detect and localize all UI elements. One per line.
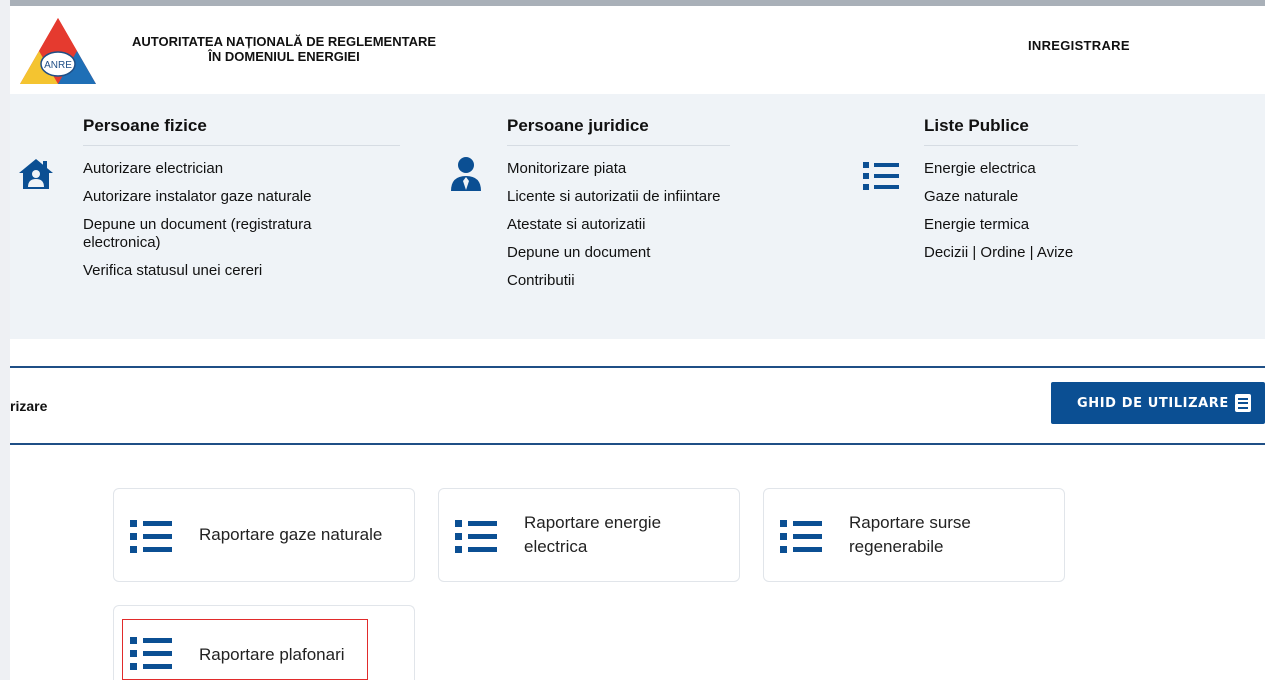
menu-item-verifica-status[interactable]: Verifica statusul unei cereri: [83, 262, 343, 280]
book-icon: [1235, 394, 1251, 412]
menu-divider: [83, 145, 400, 146]
menu-divider: [507, 145, 730, 146]
section-header-bar: rizare GHID DE UTILIZARE: [10, 366, 1265, 445]
house-user-icon: [19, 159, 53, 189]
card-label: Raportare energie electrica: [524, 513, 662, 556]
menu-divider: [924, 145, 1078, 146]
mega-menu: Persoane fizice Autorizare electrician A…: [10, 94, 1265, 339]
menu-item-gaze-naturale[interactable]: Gaze naturale: [924, 188, 1164, 206]
list-icon: [780, 520, 822, 553]
card-label: Raportare gaze naturale: [199, 525, 383, 544]
user-guide-label: GHID DE UTILIZARE: [1077, 395, 1229, 411]
menu-item-autorizare-instalator[interactable]: Autorizare instalator gaze naturale: [83, 188, 343, 206]
anre-logo-icon: ANRE: [20, 18, 96, 84]
menu-title-persoane-fizice: Persoane fizice: [83, 116, 207, 135]
org-name: AUTORITATEA NAȚIONALĂ DE REGLEMENTARE ÎN…: [104, 34, 464, 64]
user-tie-icon: [451, 157, 481, 191]
menu-item-monitorizare-piata[interactable]: Monitorizare piata: [507, 160, 767, 178]
menu-item-energie-electrica[interactable]: Energie electrica: [924, 160, 1164, 178]
card-raportare-energie-electrica[interactable]: Raportare energie electrica: [438, 488, 740, 582]
highlight-box: [122, 619, 368, 680]
menu-item-depune-document-juridic[interactable]: Depune un document: [507, 244, 767, 262]
register-link[interactable]: INREGISTRARE: [1028, 38, 1130, 53]
card-raportare-surse-regenerabile[interactable]: Raportare surse regenerabile: [763, 488, 1065, 582]
card-raportare-gaze-naturale[interactable]: Raportare gaze naturale: [113, 488, 415, 582]
org-name-line1: AUTORITATEA NAȚIONALĂ DE REGLEMENTARE: [131, 34, 437, 49]
menu-list-persoane-fizice: Autorizare electrician Autorizare instal…: [83, 160, 343, 290]
menu-list-liste-publice: Energie electrica Gaze naturale Energie …: [924, 160, 1164, 272]
menu-title-persoane-juridice: Persoane juridice: [507, 116, 649, 135]
site-header: ANRE AUTORITATEA NAȚIONALĂ DE REGLEMENTA…: [10, 6, 1265, 94]
menu-list-persoane-juridice: Monitorizare piata Licente si autorizati…: [507, 160, 767, 300]
section-title: rizare: [10, 398, 48, 414]
menu-item-licente-autorizatii[interactable]: Licente si autorizatii de infiintare: [507, 188, 767, 206]
card-label: Raportare surse regenerabile: [849, 513, 971, 556]
list-icon: [863, 162, 899, 190]
menu-item-autorizare-electrician[interactable]: Autorizare electrician: [83, 160, 343, 178]
menu-item-depune-document[interactable]: Depune un document (registratura electro…: [83, 216, 343, 252]
menu-item-atestate-autorizatii[interactable]: Atestate si autorizatii: [507, 216, 767, 234]
list-icon: [455, 520, 497, 553]
list-icon: [130, 520, 172, 553]
left-edge-strip: [0, 0, 10, 680]
menu-title-liste-publice: Liste Publice: [924, 116, 1029, 135]
org-name-line2: ÎN DOMENIUL ENERGIEI: [208, 49, 360, 64]
menu-item-energie-termica[interactable]: Energie termica: [924, 216, 1164, 234]
menu-item-decizii-ordine-avize[interactable]: Decizii | Ordine | Avize: [924, 244, 1164, 262]
menu-item-contributii[interactable]: Contributii: [507, 272, 767, 290]
user-guide-button[interactable]: GHID DE UTILIZARE: [1051, 382, 1265, 424]
anre-logo[interactable]: ANRE: [18, 16, 98, 86]
logo-text: ANRE: [44, 60, 72, 71]
